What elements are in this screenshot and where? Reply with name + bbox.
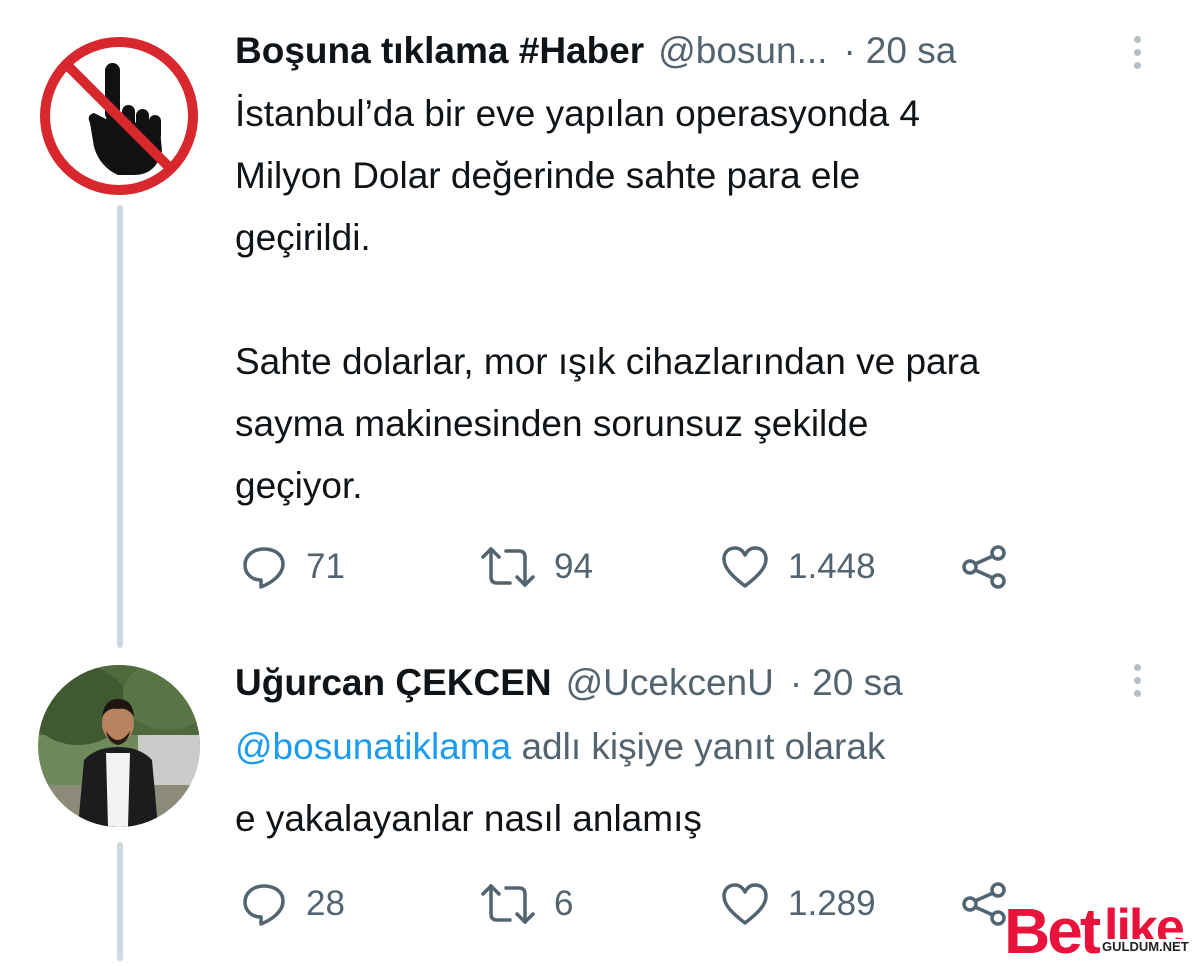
no-pointing-hand-icon (40, 37, 198, 195)
heart-icon (722, 546, 768, 588)
separator-dot: · (843, 30, 856, 71)
retweet-count: 6 (554, 884, 574, 923)
avatar[interactable] (38, 665, 200, 827)
reply-button[interactable]: 71 (240, 542, 345, 592)
retweet-count: 94 (554, 547, 593, 586)
text-line: geçiyor. (235, 465, 363, 506)
text-line: İstanbul’da bir eve yapılan operasyonda … (235, 93, 920, 134)
display-name[interactable]: Uğurcan ÇEKCEN (235, 662, 552, 704)
svg-text:Bet: Bet (1004, 895, 1101, 961)
retweet-button[interactable]: 6 (480, 879, 573, 929)
user-handle[interactable]: @UcekcenU (566, 662, 774, 704)
tweet-actions: 28 6 1.289 (235, 879, 1035, 929)
reply-count: 28 (306, 884, 345, 923)
thread-line-continuation (117, 842, 123, 961)
tweet-text: e yakalayanlar nasıl anlamış (235, 788, 1155, 850)
thread-line (117, 205, 123, 648)
more-vertical-icon[interactable] (1132, 664, 1142, 697)
more-vertical-icon[interactable] (1132, 36, 1142, 69)
share-button[interactable] (960, 542, 1008, 592)
text-line: Milyon Dolar değerinde sahte para ele (235, 155, 861, 196)
reply-bubble-icon (243, 884, 285, 926)
retweet-icon (481, 884, 535, 924)
tweet-header: Boşuna tıklama #Haber @bosun... · 20 sa (235, 30, 956, 72)
tweet-text: İstanbul’da bir eve yapılan operasyonda … (235, 83, 1155, 517)
share-icon (962, 545, 1006, 589)
retweet-icon (481, 547, 535, 587)
timestamp[interactable]: 20 sa (866, 30, 957, 72)
replying-to-label: adlı kişiye yanıt olarak (521, 726, 886, 767)
reply-count: 71 (306, 547, 345, 586)
display-name[interactable]: Boşuna tıklama #Haber (235, 30, 644, 72)
text-line: e yakalayanlar nasıl anlamış (235, 798, 702, 839)
tweet-actions: 71 94 1.448 (235, 542, 1035, 592)
reply-button[interactable]: 28 (240, 879, 345, 929)
avatar[interactable] (38, 35, 200, 197)
separator-dot: · (789, 662, 803, 703)
timestamp[interactable]: 20 sa (812, 662, 903, 704)
replying-to: @bosunatiklama adlı kişiye yanıt olarak (235, 726, 885, 768)
tweet-header: Uğurcan ÇEKCEN @UcekcenU · 20 sa (235, 662, 903, 704)
text-line: geçirildi. (235, 217, 371, 258)
user-photo (38, 665, 200, 827)
text-line: Sahte dolarlar, mor ışık cihazlarından v… (235, 341, 980, 382)
mention-link[interactable]: @bosunatiklama (235, 726, 511, 767)
svg-text:GULDUM.NET: GULDUM.NET (1102, 939, 1189, 954)
reply-bubble-icon (243, 547, 285, 589)
text-line: sayma makinesinden sorunsuz şekilde (235, 403, 869, 444)
like-count: 1.289 (788, 884, 876, 923)
heart-icon (722, 883, 768, 925)
watermark-logo: Bet like GULDUM.NET (1000, 895, 1199, 966)
like-count: 1.448 (788, 547, 876, 586)
retweet-button[interactable]: 94 (480, 542, 593, 592)
user-handle[interactable]: @bosun... (658, 30, 827, 72)
like-button[interactable]: 1.289 (720, 879, 876, 929)
like-button[interactable]: 1.448 (720, 542, 876, 592)
